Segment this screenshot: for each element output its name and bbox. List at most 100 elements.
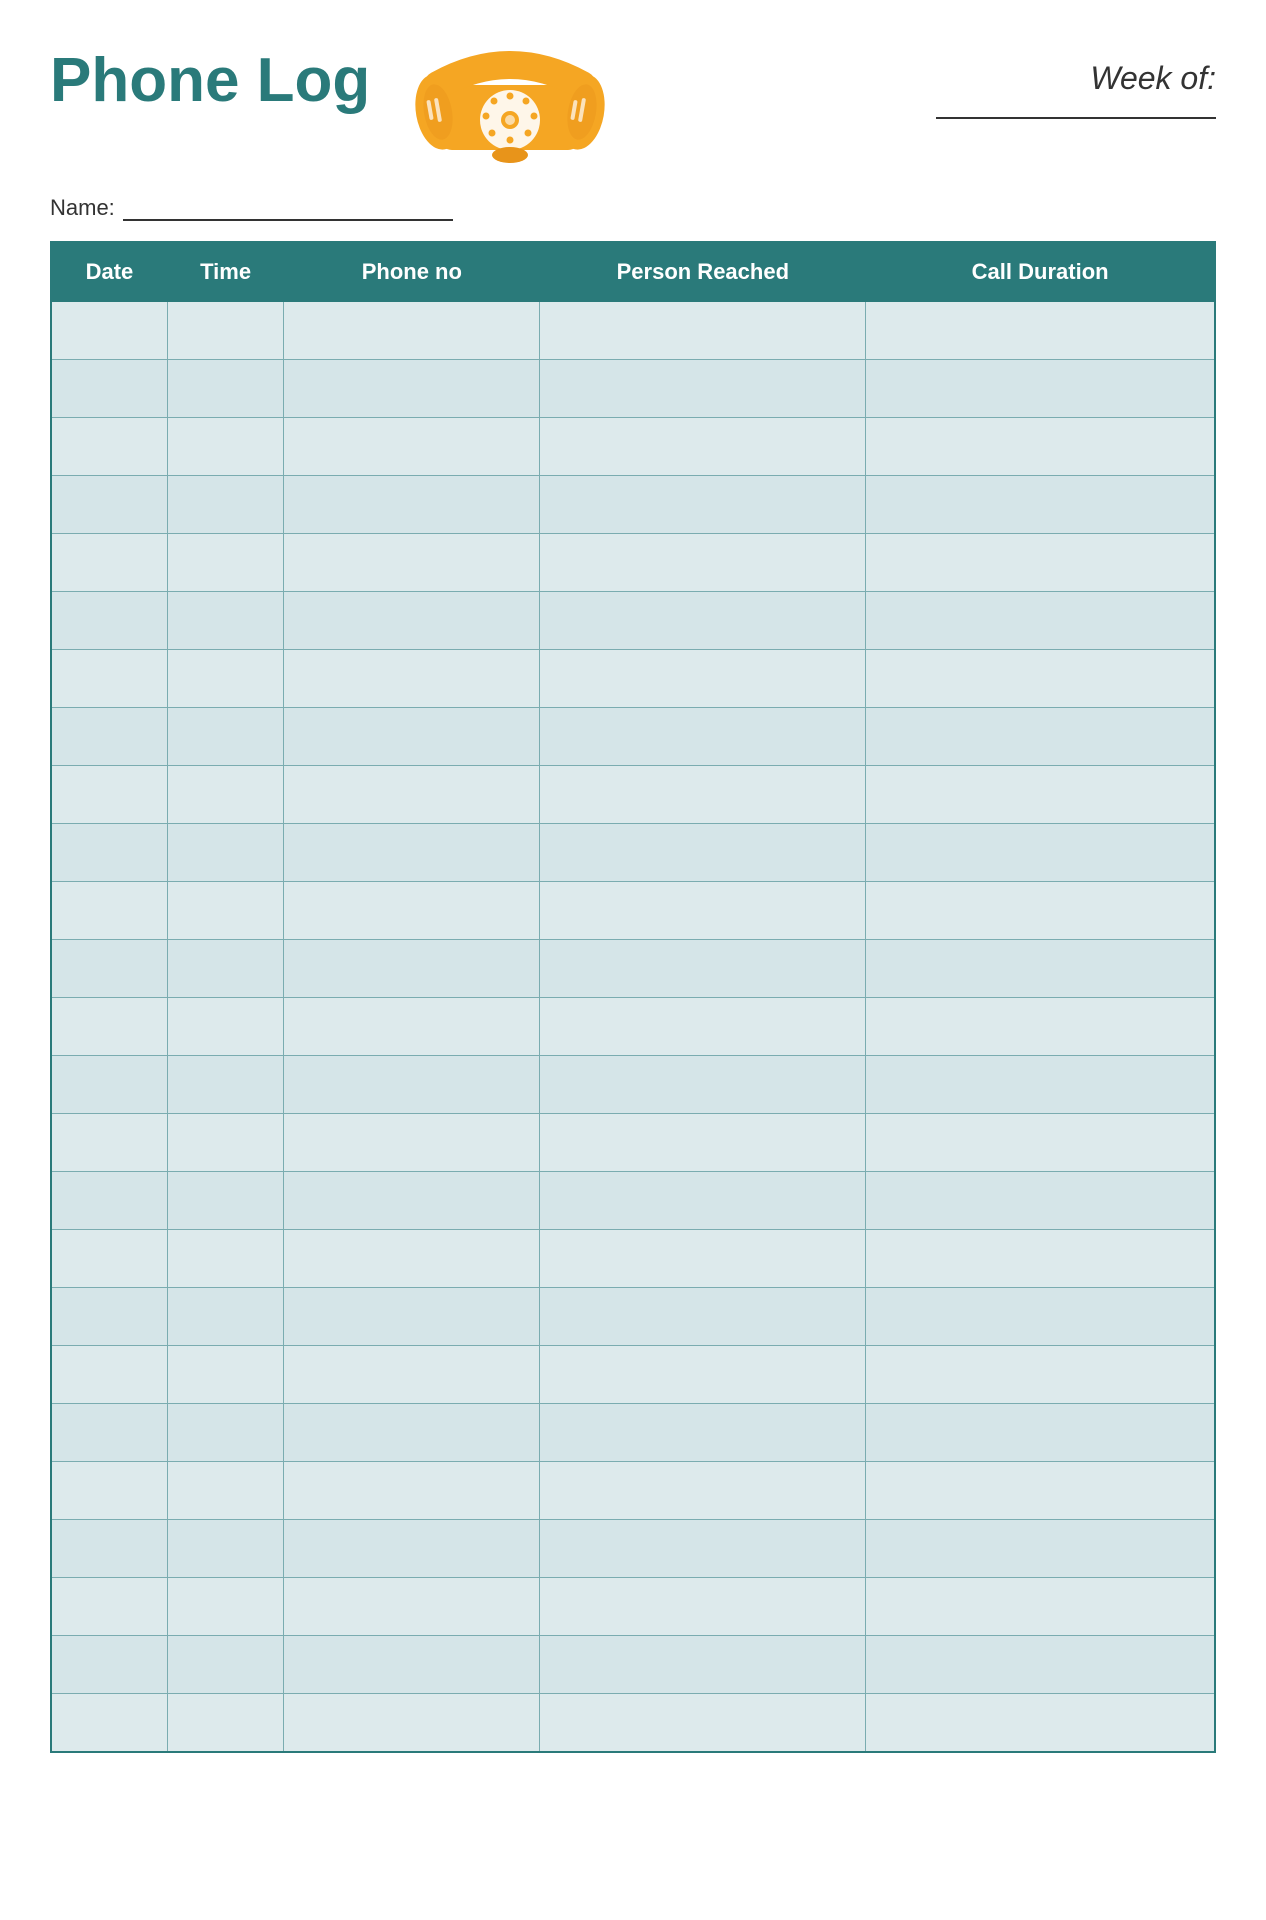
- table-cell: [284, 1520, 540, 1578]
- table-cell: [284, 650, 540, 708]
- name-row: Name:: [50, 195, 1216, 221]
- table-cell: [866, 1694, 1215, 1752]
- table-cell: [167, 998, 283, 1056]
- table-cell: [866, 824, 1215, 882]
- table-cell: [167, 418, 283, 476]
- table-cell: [167, 940, 283, 998]
- phone-icon: [410, 40, 610, 185]
- table-cell: [167, 1636, 283, 1694]
- table-cell: [284, 1288, 540, 1346]
- table-cell: [167, 302, 283, 360]
- table-body: [51, 302, 1215, 1752]
- table-cell: [167, 534, 283, 592]
- table-row: [51, 1288, 1215, 1346]
- table-row: [51, 1520, 1215, 1578]
- table-row: [51, 882, 1215, 940]
- table-row: [51, 824, 1215, 882]
- table-cell: [167, 766, 283, 824]
- table-cell: [167, 824, 283, 882]
- table-cell: [540, 650, 866, 708]
- week-of-label: Week of:: [1090, 60, 1216, 97]
- table-cell: [284, 824, 540, 882]
- table-cell: [284, 1114, 540, 1172]
- table-cell: [51, 360, 167, 418]
- table-cell: [866, 1404, 1215, 1462]
- table-cell: [866, 534, 1215, 592]
- table-cell: [866, 708, 1215, 766]
- table-cell: [866, 1520, 1215, 1578]
- table-cell: [540, 1694, 866, 1752]
- table-cell: [51, 418, 167, 476]
- col-header-time: Time: [167, 242, 283, 302]
- table-cell: [51, 476, 167, 534]
- table-cell: [51, 1694, 167, 1752]
- table-cell: [540, 1114, 866, 1172]
- table-cell: [284, 1056, 540, 1114]
- table-cell: [51, 1462, 167, 1520]
- table-cell: [284, 1346, 540, 1404]
- table-cell: [540, 1636, 866, 1694]
- table-cell: [51, 1346, 167, 1404]
- table-cell: [51, 824, 167, 882]
- table-cell: [866, 1346, 1215, 1404]
- table-row: [51, 418, 1215, 476]
- table-cell: [167, 1346, 283, 1404]
- table-cell: [866, 360, 1215, 418]
- table-cell: [51, 1636, 167, 1694]
- table-cell: [51, 708, 167, 766]
- table-cell: [540, 766, 866, 824]
- table-row: [51, 302, 1215, 360]
- col-header-duration: Call Duration: [866, 242, 1215, 302]
- table-cell: [540, 824, 866, 882]
- table-row: [51, 766, 1215, 824]
- table-cell: [540, 1520, 866, 1578]
- table-cell: [51, 1288, 167, 1346]
- table-cell: [51, 1520, 167, 1578]
- table-cell: [540, 476, 866, 534]
- table-row: [51, 1462, 1215, 1520]
- table-cell: [540, 1230, 866, 1288]
- table-cell: [540, 998, 866, 1056]
- table-cell: [540, 882, 866, 940]
- table-cell: [167, 1172, 283, 1230]
- table-cell: [540, 1578, 866, 1636]
- table-cell: [866, 418, 1215, 476]
- table-cell: [167, 360, 283, 418]
- table-cell: [866, 1056, 1215, 1114]
- table-cell: [51, 1230, 167, 1288]
- table-cell: [167, 1694, 283, 1752]
- table-cell: [51, 1404, 167, 1462]
- table-cell: [540, 1172, 866, 1230]
- table-cell: [540, 1346, 866, 1404]
- table-cell: [284, 1230, 540, 1288]
- table-cell: [167, 882, 283, 940]
- table-cell: [284, 1694, 540, 1752]
- phone-log-table: Date Time Phone no Person Reached Call D…: [50, 241, 1216, 1753]
- table-row: [51, 534, 1215, 592]
- table-cell: [540, 1404, 866, 1462]
- table-cell: [167, 1114, 283, 1172]
- table-cell: [167, 1056, 283, 1114]
- week-of-line: [936, 117, 1216, 119]
- table-cell: [284, 534, 540, 592]
- table-cell: [540, 708, 866, 766]
- table-cell: [51, 302, 167, 360]
- table-cell: [540, 1462, 866, 1520]
- table-cell: [284, 766, 540, 824]
- table-cell: [866, 302, 1215, 360]
- table-cell: [866, 998, 1215, 1056]
- table-cell: [284, 1578, 540, 1636]
- table-row: [51, 1172, 1215, 1230]
- table-cell: [866, 766, 1215, 824]
- table-cell: [284, 1172, 540, 1230]
- table-cell: [866, 1288, 1215, 1346]
- table-cell: [284, 882, 540, 940]
- table-row: [51, 650, 1215, 708]
- table-cell: [167, 1288, 283, 1346]
- table-cell: [540, 360, 866, 418]
- table-cell: [866, 1462, 1215, 1520]
- table-cell: [540, 1056, 866, 1114]
- table-cell: [167, 1404, 283, 1462]
- table-cell: [284, 418, 540, 476]
- table-cell: [51, 592, 167, 650]
